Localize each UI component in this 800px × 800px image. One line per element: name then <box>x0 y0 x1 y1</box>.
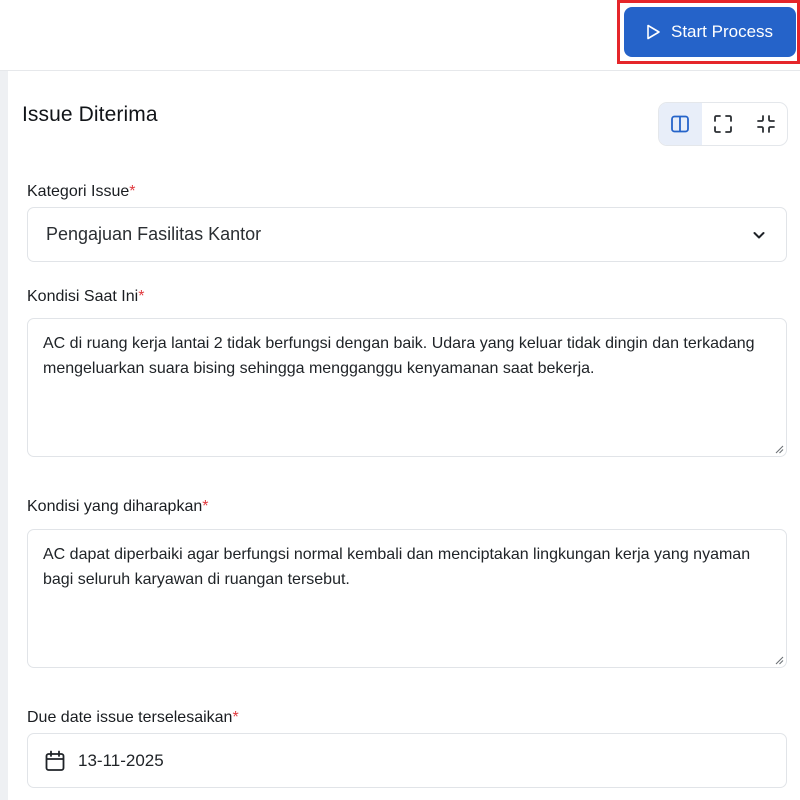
panel-title: Issue Diterima <box>22 103 158 126</box>
kondisi-saat-ini-textarea[interactable]: AC di ruang kerja lantai 2 tidak berfung… <box>27 318 787 457</box>
view-mode-toggle <box>658 102 788 146</box>
kondisi-diharapkan-label: Kondisi yang diharapkan* <box>27 498 209 515</box>
expand-button[interactable] <box>702 103 745 145</box>
start-process-label: Start Process <box>671 22 774 41</box>
kategori-issue-label: Kategori Issue* <box>27 183 136 200</box>
resize-grip-icon[interactable] <box>774 444 784 454</box>
kondisi-diharapkan-textarea[interactable]: AC dapat diperbaiki agar berfungsi norma… <box>27 529 787 668</box>
required-marker: * <box>129 183 136 200</box>
kondisi-saat-ini-value: AC di ruang kerja lantai 2 tidak berfung… <box>43 335 755 377</box>
split-view-button[interactable] <box>659 103 702 145</box>
due-date-input[interactable]: 13-11-2025 <box>27 733 787 788</box>
due-date-label: Due date issue terselesaikan* <box>27 709 239 726</box>
required-marker: * <box>202 498 209 515</box>
kondisi-diharapkan-value: AC dapat diperbaiki agar berfungsi norma… <box>43 546 751 588</box>
kategori-issue-value: Pengajuan Fasilitas Kantor <box>46 224 262 244</box>
start-process-button[interactable]: Start Process <box>624 7 796 57</box>
due-date-value: 13-11-2025 <box>78 750 164 770</box>
expand-icon <box>714 115 732 133</box>
play-icon <box>644 23 662 41</box>
columns-icon <box>671 115 690 133</box>
required-marker: * <box>138 288 145 305</box>
collapse-icon <box>756 115 775 133</box>
chevron-down-icon <box>753 232 765 239</box>
collapse-button[interactable] <box>744 103 787 145</box>
resize-grip-icon[interactable] <box>774 655 784 665</box>
kategori-issue-select[interactable]: Pengajuan Fasilitas Kantor <box>27 207 787 262</box>
kondisi-saat-ini-label: Kondisi Saat Ini* <box>27 288 145 305</box>
calendar-icon[interactable] <box>43 749 67 773</box>
required-marker: * <box>232 709 239 726</box>
left-rail <box>0 71 8 800</box>
